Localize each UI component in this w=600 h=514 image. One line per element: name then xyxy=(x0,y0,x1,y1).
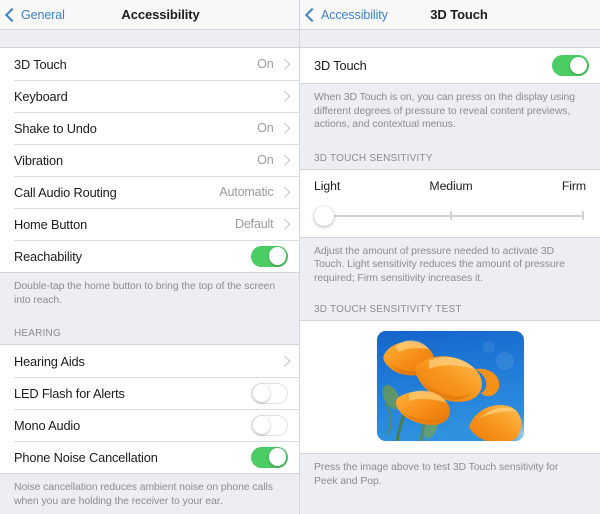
row-label: Reachability xyxy=(14,248,82,264)
row-mono-audio[interactable]: Mono Audio xyxy=(0,409,299,441)
three-d-touch-description-note: When 3D Touch is on, you can press on th… xyxy=(300,84,600,141)
back-button-label: General xyxy=(21,7,65,22)
sensitivity-test-group xyxy=(300,320,600,454)
chevron-right-icon xyxy=(278,186,290,198)
row-label: Home Button xyxy=(14,216,88,232)
back-to-general-button[interactable]: General xyxy=(0,7,65,22)
toggle-knob xyxy=(252,384,271,402)
row-vibration[interactable]: Vibration On xyxy=(0,144,299,176)
hearing-section-header: HEARING xyxy=(0,316,299,344)
sensitivity-section-header: 3D TOUCH SENSITIVITY xyxy=(300,140,600,169)
bottom-spacer-right xyxy=(300,497,600,514)
dual-screenshot-container: General Accessibility 3D Touch On Keyboa… xyxy=(0,0,600,514)
row-label: Shake to Undo xyxy=(14,120,97,136)
hearing-footer-note: Noise cancellation reduces ambient noise… xyxy=(0,474,299,514)
toggle-knob xyxy=(268,247,287,265)
slider-tick-medium xyxy=(450,211,452,220)
three-d-touch-toggle-group: 3D Touch xyxy=(300,47,600,84)
toggle-knob xyxy=(569,56,588,75)
row-label: LED Flash for Alerts xyxy=(14,385,125,401)
slider-max-label: Firm xyxy=(561,178,586,193)
row-label: Vibration xyxy=(14,152,63,168)
poppy-photo-svg xyxy=(376,331,524,441)
row-value: Default xyxy=(234,217,274,231)
slider-mid-label: Medium xyxy=(429,178,473,193)
slider-thumb[interactable] xyxy=(314,205,334,226)
right-navigation-bar: Accessibility 3D Touch xyxy=(300,0,600,30)
phone-noise-cancellation-toggle[interactable] xyxy=(251,446,288,468)
test-footer-note: Press the image above to test 3D Touch s… xyxy=(300,454,600,497)
row-label: Mono Audio xyxy=(14,417,81,433)
row-label: 3D Touch xyxy=(314,58,367,73)
slider-min-label: Light xyxy=(314,178,341,193)
sensitivity-footer-note: Adjust the amount of pressure needed to … xyxy=(300,237,600,294)
slider-scale-labels: Light Medium Firm xyxy=(314,179,586,193)
row-3d-touch[interactable]: 3D Touch On xyxy=(0,48,299,80)
row-value: Automatic xyxy=(219,185,274,199)
reachability-toggle[interactable] xyxy=(251,245,288,267)
row-shake-to-undo[interactable]: Shake to Undo On xyxy=(0,112,299,144)
back-button-label: Accessibility xyxy=(321,7,388,22)
chevron-right-icon xyxy=(278,90,290,102)
chevron-left-icon xyxy=(304,7,320,22)
chevron-right-icon xyxy=(278,218,290,230)
row-phone-noise-cancellation[interactable]: Phone Noise Cancellation xyxy=(0,441,299,473)
hearing-settings-group: Hearing Aids LED Flash for Alerts Mono A… xyxy=(0,344,299,474)
row-label: Call Audio Routing xyxy=(14,184,117,200)
chevron-right-icon xyxy=(278,154,290,166)
row-keyboard[interactable]: Keyboard xyxy=(0,80,299,112)
row-label: Keyboard xyxy=(14,88,68,104)
toggle-knob xyxy=(268,448,287,466)
three-d-touch-screen: Accessibility 3D Touch 3D Touch When 3D … xyxy=(300,0,600,514)
row-value: On xyxy=(257,153,274,167)
row-label: Phone Noise Cancellation xyxy=(14,449,158,465)
row-label: 3D Touch xyxy=(14,56,67,72)
row-led-flash-for-alerts[interactable]: LED Flash for Alerts xyxy=(0,377,299,409)
led-flash-toggle[interactable] xyxy=(251,382,288,404)
left-navigation-bar: General Accessibility xyxy=(0,0,299,30)
slider-tick-firm xyxy=(582,211,584,220)
three-d-touch-toggle[interactable] xyxy=(552,55,589,76)
row-reachability[interactable]: Reachability xyxy=(0,240,299,272)
row-3d-touch-master[interactable]: 3D Touch xyxy=(300,48,600,83)
interaction-settings-group: 3D Touch On Keyboard Shake to Undo On Vi… xyxy=(0,47,299,273)
slider-track xyxy=(322,214,584,217)
sensitivity-slider-group: Light Medium Firm xyxy=(300,168,600,238)
chevron-right-icon xyxy=(278,58,290,70)
mono-audio-toggle[interactable] xyxy=(251,414,288,436)
accessibility-screen: General Accessibility 3D Touch On Keyboa… xyxy=(0,0,300,514)
reachability-footer-note: Double-tap the home button to bring the … xyxy=(0,273,299,316)
top-gap-right xyxy=(300,30,600,47)
top-gap-left xyxy=(0,30,299,47)
toggle-knob xyxy=(252,416,271,434)
poppy-flowers-test-image[interactable] xyxy=(376,331,524,441)
row-call-audio-routing[interactable]: Call Audio Routing Automatic xyxy=(0,176,299,208)
row-value: On xyxy=(257,121,274,135)
row-value: On xyxy=(257,57,274,71)
sensitivity-test-header: 3D TOUCH SENSITIVITY TEST xyxy=(300,294,600,320)
back-to-accessibility-button[interactable]: Accessibility xyxy=(300,7,388,22)
sensitivity-slider[interactable] xyxy=(314,205,586,226)
row-label: Hearing Aids xyxy=(14,353,85,369)
chevron-right-icon xyxy=(278,355,290,367)
chevron-right-icon xyxy=(278,122,290,134)
row-home-button[interactable]: Home Button Default xyxy=(0,208,299,240)
chevron-left-icon xyxy=(4,7,20,22)
row-hearing-aids[interactable]: Hearing Aids xyxy=(0,345,299,377)
